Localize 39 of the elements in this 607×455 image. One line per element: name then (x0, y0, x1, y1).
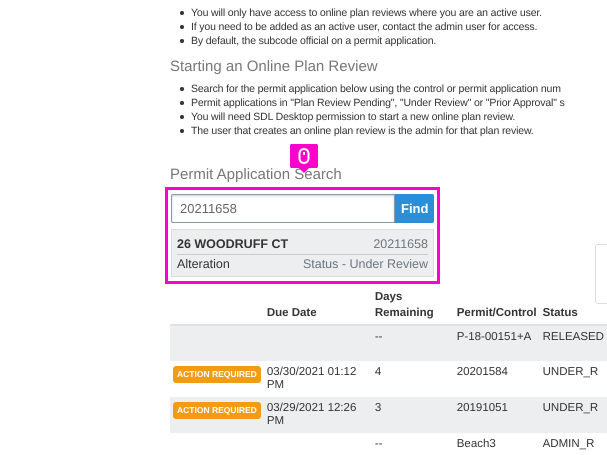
table-cell: -- (372, 324, 454, 360)
section-heading: Starting an Online Plan Review (170, 58, 379, 76)
status-badge: ACTION REQUIRED (173, 402, 261, 418)
bullet-item: Permit applications in "Plan Review Pending", "Under Review" or "Prior Approval" s (191, 96, 565, 110)
bullet-icon (180, 101, 184, 105)
search-result[interactable]: 26 WOODRUFF CT 20211658 Alteration Status - Under Review (171, 229, 434, 276)
table-cell: -- (372, 432, 454, 455)
bullet-item: By default, the subcode official on a permit application. (191, 34, 436, 48)
table-cell: 4 (372, 360, 454, 396)
table-cell: Beach3 (454, 432, 540, 455)
table-cell: P-18-00151+A (454, 324, 540, 360)
bullet-icon (180, 11, 184, 15)
bullet-item: You will only have access to online plan reviews where you are an active user. (191, 6, 542, 20)
bullet-icon (180, 87, 184, 91)
table-cell: UNDER_R (540, 360, 607, 396)
bullet-icon (180, 25, 184, 29)
find-button[interactable]: Find (395, 194, 434, 223)
section-heading: Permit Application Search (170, 167, 343, 183)
table-cell: 3 (372, 396, 454, 432)
result-number: 20211658 (373, 236, 428, 253)
table-cell: UNDER_R (540, 396, 607, 432)
bullet-icon (180, 39, 184, 43)
table-cell: RELEASED (540, 324, 607, 360)
table-cell: 03/30/2021 01:12 PM (264, 360, 372, 396)
status-badge: ACTION REQUIRED (173, 366, 261, 382)
result-type: Alteration (177, 256, 230, 273)
bullet-item: The user that creates an online plan review is the admin for that plan review. (191, 124, 534, 138)
table-cell: 20201584 (454, 360, 540, 396)
bullet-item: If you need to be added as an active user, contact the admin user for access. (191, 20, 538, 34)
bullet-icon (180, 115, 184, 119)
table-cell: ADMIN_R (540, 432, 607, 455)
result-address: 26 WOODRUFF CT (177, 236, 288, 253)
table-cell: 03/29/2021 12:26 PM (264, 396, 372, 432)
table-cell: 20191051 (454, 396, 540, 432)
bullet-icon (180, 129, 184, 133)
search-field[interactable]: 20211658 (171, 194, 395, 223)
bullet-item: Search for the permit application below using the control or permit application num (191, 82, 561, 96)
result-status: Status - Under Review (302, 256, 428, 273)
bullet-item: You will need SDL Desktop permission to start a new online plan review. (191, 110, 516, 124)
